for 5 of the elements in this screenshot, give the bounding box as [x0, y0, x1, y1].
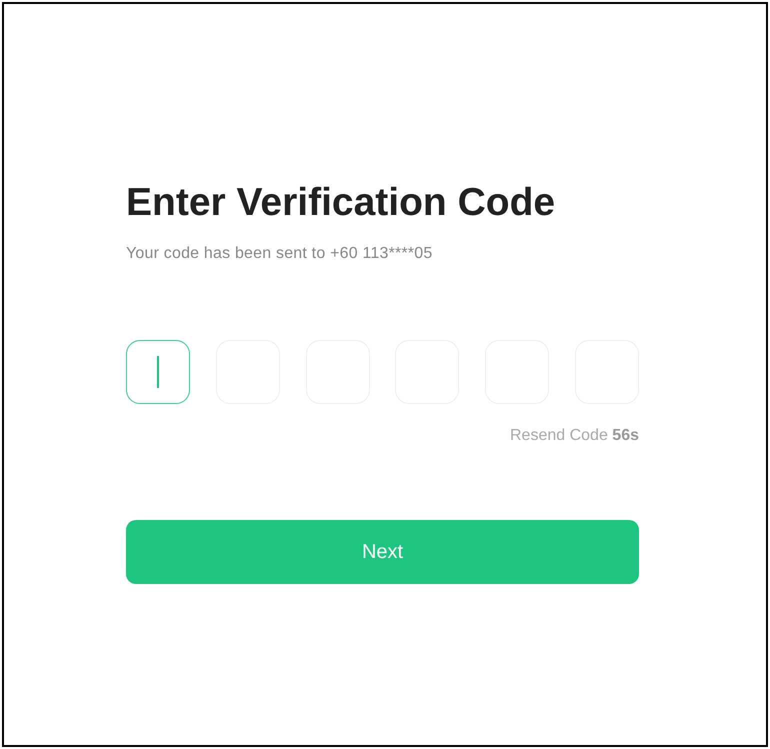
subtitle: Your code has been sent to +60 113****05: [126, 244, 434, 264]
resend-countdown: Resend Code 56s: [510, 426, 639, 446]
next-button[interactable]: Next: [126, 520, 639, 584]
code-digit-field[interactable]: [126, 340, 190, 404]
heading: Enter Verification Code: [126, 180, 556, 226]
